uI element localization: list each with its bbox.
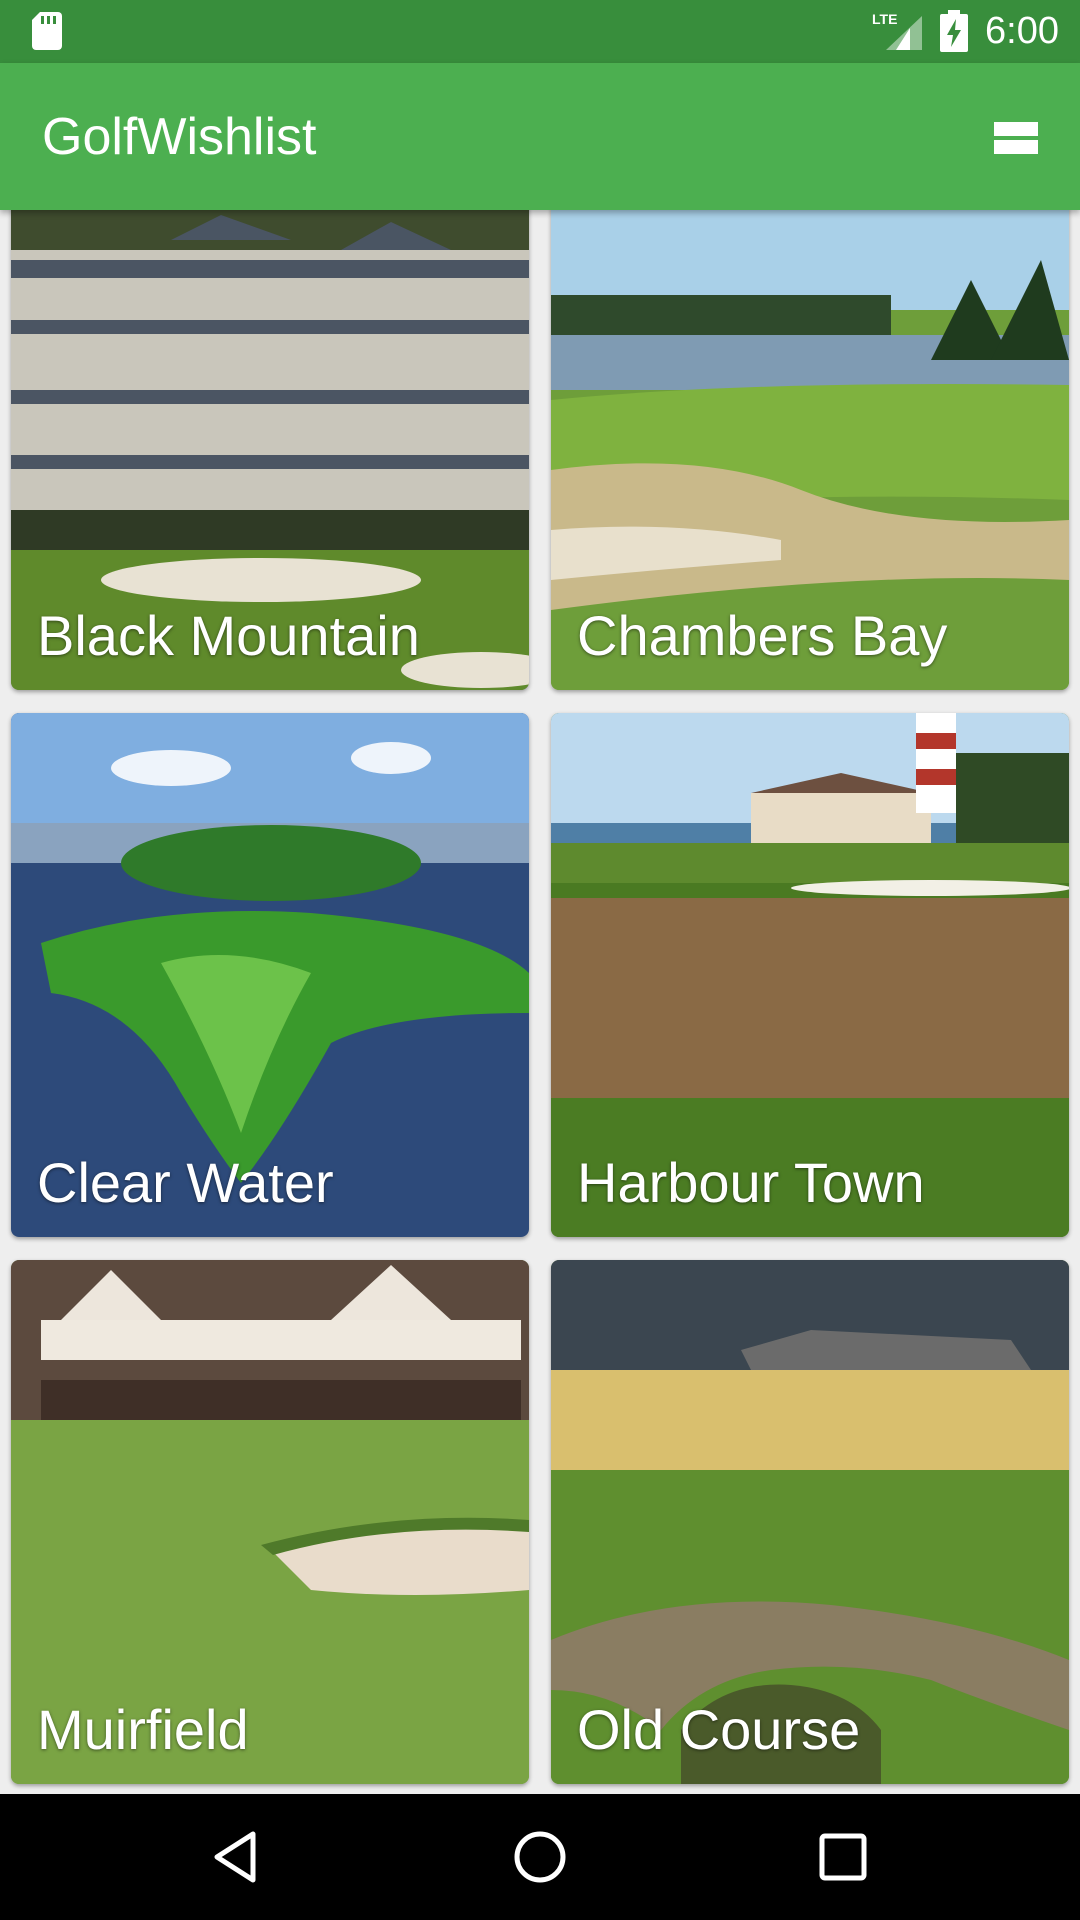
battery-charging-icon — [940, 10, 968, 52]
course-name: Harbour Town — [577, 1151, 925, 1214]
view-list-toggle-icon[interactable] — [990, 116, 1042, 160]
home-icon[interactable] — [507, 1824, 573, 1890]
status-clock: 6:00 — [985, 10, 1059, 52]
course-card-chambers-bay[interactable]: Chambers Bay — [551, 210, 1069, 690]
back-icon[interactable] — [203, 1824, 269, 1890]
lte-signal-icon: LTE — [872, 11, 922, 50]
course-card-muirfield[interactable]: Muirfield — [11, 1260, 529, 1784]
course-name: Chambers Bay — [577, 604, 948, 667]
course-name: Black Mountain — [37, 604, 420, 667]
course-card-harbour-town[interactable]: Harbour Town — [551, 713, 1069, 1237]
course-name: Old Course — [577, 1698, 861, 1761]
course-grid: Black Mountain Chambers Bay Clear Water … — [0, 210, 1080, 1794]
course-card-clear-water[interactable]: Clear Water — [11, 713, 529, 1237]
svg-text:LTE: LTE — [872, 11, 897, 27]
app-bar: GolfWishlist — [0, 63, 1080, 210]
sd-card-icon — [32, 12, 62, 50]
course-name: Clear Water — [37, 1151, 334, 1214]
navigation-bar — [0, 1794, 1080, 1920]
recents-icon[interactable] — [810, 1824, 876, 1890]
course-card-old-course[interactable]: Old Course — [551, 1260, 1069, 1784]
course-name: Muirfield — [37, 1698, 249, 1761]
course-card-black-mountain[interactable]: Black Mountain — [11, 210, 529, 690]
status-bar: LTE 6:00 — [0, 0, 1080, 63]
app-title: GolfWishlist — [42, 108, 317, 166]
